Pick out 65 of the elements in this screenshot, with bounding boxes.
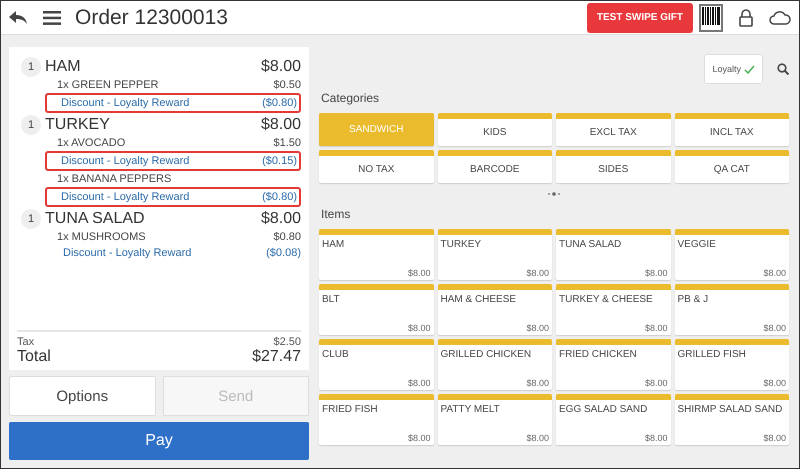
category-tile[interactable]: EXCL TAX bbox=[556, 113, 670, 146]
product-tile[interactable]: PB & J $8.00 bbox=[674, 284, 789, 335]
loyalty-button[interactable]: Loyalty bbox=[704, 54, 763, 84]
product-tile[interactable]: TUNA SALAD $8.00 bbox=[556, 229, 670, 280]
item-name[interactable]: TUNA SALAD bbox=[45, 210, 261, 228]
back-icon[interactable] bbox=[9, 10, 27, 24]
total-amount: $27.47 bbox=[252, 348, 301, 366]
category-tile[interactable]: BARCODE bbox=[438, 150, 552, 183]
category-tile[interactable]: QA CAT bbox=[674, 150, 789, 183]
lock-icon[interactable] bbox=[739, 8, 753, 26]
product-tile[interactable]: TURKEY & CHEESE $8.00 bbox=[556, 284, 670, 335]
product-tile[interactable]: HAM $8.00 bbox=[319, 229, 434, 280]
category-tile[interactable]: KIDS bbox=[438, 113, 552, 146]
modifier-label: 1x GREEN PEPPER bbox=[57, 79, 158, 91]
pay-button[interactable]: Pay bbox=[9, 422, 309, 460]
items-heading: Items bbox=[321, 207, 352, 221]
product-tile[interactable]: FRIED FISH $8.00 bbox=[319, 394, 434, 445]
discount-label: Discount - Loyalty Reward bbox=[61, 97, 190, 109]
category-tile[interactable]: NO TAX bbox=[319, 150, 434, 183]
discount-amount: ($0.08) bbox=[266, 247, 301, 259]
category-tile[interactable]: SIDES bbox=[556, 150, 670, 183]
product-tile[interactable]: GRILLED FISH $8.00 bbox=[674, 339, 789, 390]
order-title: Order 12300013 bbox=[75, 6, 228, 30]
product-tile[interactable]: PATTY MELT $8.00 bbox=[438, 394, 552, 445]
product-tile[interactable]: SHIRMP SALAD SAND $8.00 bbox=[674, 394, 789, 445]
modifier-label: 1x AVOCADO bbox=[57, 137, 126, 149]
discount-label: Discount - Loyalty Reward bbox=[61, 191, 190, 203]
total-label: Total bbox=[17, 348, 51, 366]
menu-icon[interactable] bbox=[43, 10, 61, 24]
modifier-price: $1.50 bbox=[273, 137, 301, 149]
quantity-badge: 1 bbox=[21, 115, 41, 135]
test-swipe-gift-button[interactable]: TEST SWIPE GIFT bbox=[586, 2, 693, 32]
item-price: $8.00 bbox=[260, 116, 301, 134]
cloud-icon[interactable] bbox=[769, 10, 791, 25]
product-tile[interactable]: CLUB $8.00 bbox=[319, 339, 434, 390]
quantity-badge: 1 bbox=[21, 57, 41, 77]
product-tile[interactable]: TURKEY $8.00 bbox=[438, 229, 552, 280]
tax-amount: $2.50 bbox=[273, 336, 301, 348]
quantity-badge: 1 bbox=[21, 209, 41, 229]
discount-label: Discount - Loyalty Reward bbox=[63, 247, 192, 259]
discount-label: Discount - Loyalty Reward bbox=[61, 155, 190, 167]
item-name[interactable]: HAM bbox=[45, 58, 261, 76]
modifier-price: $0.80 bbox=[273, 231, 301, 243]
item-price: $8.00 bbox=[260, 58, 301, 76]
product-tile[interactable]: GRILLED CHICKEN $8.00 bbox=[438, 339, 552, 390]
search-icon[interactable] bbox=[777, 63, 789, 75]
item-price: $8.00 bbox=[260, 210, 301, 228]
product-tile[interactable]: BLT $8.00 bbox=[319, 284, 434, 335]
action-button[interactable]: Options bbox=[9, 376, 156, 416]
modifier-price: $0.50 bbox=[273, 79, 301, 91]
barcode-icon[interactable] bbox=[699, 4, 723, 32]
categories-heading: Categories bbox=[321, 91, 380, 105]
discount-amount: ($0.80) bbox=[262, 97, 297, 109]
category-tile[interactable]: INCL TAX bbox=[674, 113, 789, 146]
modifier-label: 1x BANANA PEPPERS bbox=[57, 173, 172, 185]
product-tile[interactable]: FRIED CHICKEN $8.00 bbox=[556, 339, 670, 390]
product-tile[interactable]: VEGGIE $8.00 bbox=[674, 229, 789, 280]
item-name[interactable]: TURKEY bbox=[45, 116, 261, 134]
tax-label: Tax bbox=[17, 336, 34, 348]
discount-amount: ($0.80) bbox=[262, 191, 297, 203]
product-tile[interactable]: EGG SALAD SAND $8.00 bbox=[556, 394, 670, 445]
discount-amount: ($0.15) bbox=[262, 155, 297, 167]
product-tile[interactable]: HAM & CHEESE $8.00 bbox=[438, 284, 552, 335]
page-dots-icon bbox=[547, 192, 561, 196]
modifier-label: 1x MUSHROOMS bbox=[57, 231, 146, 243]
